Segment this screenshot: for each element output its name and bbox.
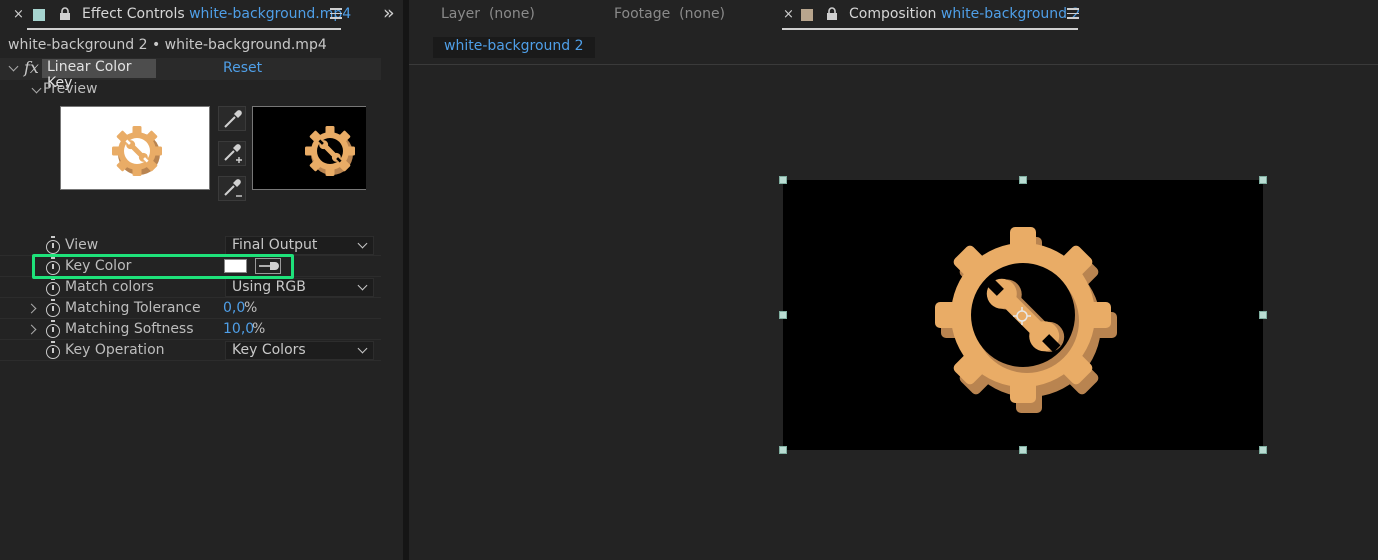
key-operation-label: Key Operation (65, 342, 165, 358)
composition-canvas[interactable] (783, 180, 1263, 450)
property-row-matching-tolerance: Matching Tolerance 0,0 % (0, 298, 381, 319)
effect-name-label[interactable]: Linear Color Key (42, 59, 156, 91)
chevron-right-icon[interactable] (26, 303, 37, 314)
matching-tolerance-value[interactable]: 0,0 (223, 300, 245, 316)
effect-controls-title: Effect Controls white-background.mp4 (82, 6, 352, 22)
transform-handle-top-left[interactable] (779, 176, 787, 184)
view-label: View (65, 237, 99, 253)
layer-tab[interactable]: Layer (none) (441, 6, 535, 22)
stopwatch-icon[interactable] (46, 341, 60, 359)
stopwatch-icon[interactable] (46, 320, 60, 338)
gear-wrench-result-icon (305, 126, 355, 176)
effect-twirl-icon[interactable] (8, 61, 19, 72)
transform-handle-bottom[interactable] (1019, 446, 1027, 454)
breadcrumb: white-background 2 • white-background.mp… (8, 37, 327, 53)
transform-handle-right[interactable] (1259, 311, 1267, 319)
lock-icon[interactable] (826, 7, 838, 25)
transform-handle-left[interactable] (779, 311, 787, 319)
key-operation-dropdown[interactable]: Key Colors (225, 341, 374, 360)
viewer-panel: Layer (none) Footage (none) × Compositio… (409, 0, 1378, 560)
footage-tab[interactable]: Footage (none) (614, 6, 725, 22)
match-colors-value: Using RGB (232, 279, 306, 295)
match-colors-dropdown[interactable]: Using RGB (225, 278, 374, 297)
overflow-chevron-icon[interactable]: » (383, 2, 395, 24)
preview-result-thumbnail (252, 106, 366, 190)
preview-twirl-icon[interactable] (31, 83, 42, 94)
close-icon[interactable]: × (783, 7, 794, 22)
composition-name: white-background 2 (940, 6, 1081, 22)
eyedropper-button[interactable] (218, 106, 246, 131)
eyedropper-add-icon (224, 144, 242, 163)
panel-menu-icon[interactable] (330, 8, 342, 19)
viewer-tabbar: Layer (none) Footage (none) × Compositio… (409, 0, 1378, 32)
view-value: Final Output (232, 237, 318, 253)
matching-softness-value[interactable]: 10,0 (223, 321, 254, 337)
property-row-matching-softness: Matching Softness 10,0 % (0, 319, 381, 340)
active-tab-underline (782, 28, 1078, 30)
eyedropper-subtract-button[interactable] (218, 176, 246, 201)
view-dropdown[interactable]: Final Output (225, 236, 374, 255)
eyedropper-add-button[interactable] (218, 141, 246, 166)
effect-controls-tab[interactable]: × Effect Controls white-background.mp4 » (0, 0, 403, 32)
transform-handle-top-right[interactable] (1259, 176, 1267, 184)
matching-tolerance-label: Matching Tolerance (65, 300, 201, 316)
matching-softness-label: Matching Softness (65, 321, 194, 337)
panel-menu-icon[interactable] (1067, 8, 1079, 19)
close-icon[interactable]: × (13, 7, 24, 22)
stopwatch-icon[interactable] (46, 278, 60, 296)
transform-handle-top[interactable] (1019, 176, 1027, 184)
composition-navigator-bar: white-background 2 (409, 32, 1378, 65)
key-operation-value: Key Colors (232, 342, 306, 358)
preview-label: Preview (43, 81, 98, 97)
panel-color-swatch (801, 9, 813, 21)
property-row-key-operation: Key Operation Key Colors (0, 340, 381, 361)
key-color-highlight-box (32, 254, 294, 279)
chevron-right-icon[interactable] (26, 324, 37, 335)
gear-wrench-icon (935, 227, 1117, 413)
effect-controls-file: white-background.mp4 (189, 6, 352, 22)
active-tab-underline (27, 28, 341, 30)
panel-color-swatch (33, 9, 45, 21)
stopwatch-icon[interactable] (46, 236, 60, 254)
effect-header-row: fx Linear Color Key Reset (0, 58, 381, 91)
property-row-view: View Final Output (0, 235, 381, 256)
transform-handle-bottom-left[interactable] (779, 446, 787, 454)
reset-link[interactable]: Reset (223, 60, 262, 76)
fx-icon[interactable]: fx (24, 58, 39, 77)
percent-unit: % (252, 321, 266, 337)
property-row-match-colors: Match colors Using RGB (0, 277, 381, 298)
composition-viewer[interactable] (409, 66, 1378, 560)
eyedropper-subtract-icon (224, 179, 242, 197)
preview-original-thumbnail (60, 106, 210, 190)
effect-controls-panel: × Effect Controls white-background.mp4 »… (0, 0, 403, 560)
percent-unit: % (244, 300, 258, 316)
eyedropper-icon (224, 110, 242, 128)
composition-subtab[interactable]: white-background 2 (433, 37, 595, 58)
stopwatch-icon[interactable] (46, 299, 60, 317)
transform-handle-bottom-right[interactable] (1259, 446, 1267, 454)
lock-icon[interactable] (59, 7, 71, 25)
composition-tab[interactable]: Composition white-background 2 (849, 6, 1080, 22)
gear-wrench-thumbnail-icon (112, 126, 162, 176)
match-colors-label: Match colors (65, 279, 154, 295)
preview-row: Preview (0, 80, 381, 101)
